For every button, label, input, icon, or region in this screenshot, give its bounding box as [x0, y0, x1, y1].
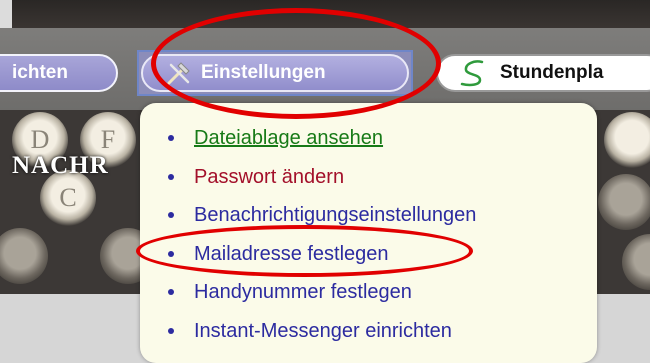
tab-nachrichten-label: ichten — [12, 62, 68, 83]
menu-item-label[interactable]: Instant-Messenger einrichten — [194, 320, 452, 342]
menu-item-file-storage[interactable]: Dateiablage ansehen — [168, 119, 597, 158]
menu-item-set-email[interactable]: Mailadresse festlegen — [168, 235, 597, 274]
menu-item-change-password[interactable]: Passwort ändern — [168, 158, 597, 197]
tab-stundenplan-label: Stundenpla — [500, 62, 604, 83]
bullet — [168, 289, 174, 296]
tab-stundenplan[interactable]: Stundenpla — [436, 54, 650, 92]
tab-nachrichten[interactable]: ichten — [0, 54, 118, 92]
tab-einstellungen[interactable]: Einstellungen — [141, 54, 409, 92]
bullet — [168, 173, 174, 180]
header-banner-dark — [12, 0, 650, 28]
bullet — [168, 250, 174, 257]
bullet — [168, 212, 174, 219]
menu-item-instant-messenger[interactable]: Instant-Messenger einrichten — [168, 312, 597, 351]
menu-item-label[interactable]: Passwort ändern — [194, 166, 344, 188]
settings-dropdown-menu: Dateiablage ansehen Passwort ändern Bena… — [140, 103, 597, 363]
typewriter-key — [604, 112, 650, 168]
tools-icon — [167, 62, 190, 85]
menu-item-label[interactable]: Dateiablage ansehen — [194, 127, 383, 149]
typewriter-key — [598, 174, 650, 230]
hook-icon — [460, 60, 484, 87]
menu-item-label[interactable]: Benachrichtigungseinstellungen — [194, 204, 476, 226]
typewriter-key — [0, 228, 48, 284]
typewriter-key — [622, 234, 650, 290]
menu-item-label[interactable]: Mailadresse festlegen — [194, 243, 389, 265]
bullet — [168, 327, 174, 334]
menu-item-label[interactable]: Handynummer festlegen — [194, 281, 412, 303]
bullet — [168, 135, 174, 141]
tab-einstellungen-label: Einstellungen — [201, 62, 326, 83]
menu-item-set-phone[interactable]: Handynummer festlegen — [168, 273, 597, 312]
menu-item-notification-settings[interactable]: Benachrichtigungseinstellungen — [168, 196, 597, 235]
banner-title: NACHR — [12, 152, 109, 179]
